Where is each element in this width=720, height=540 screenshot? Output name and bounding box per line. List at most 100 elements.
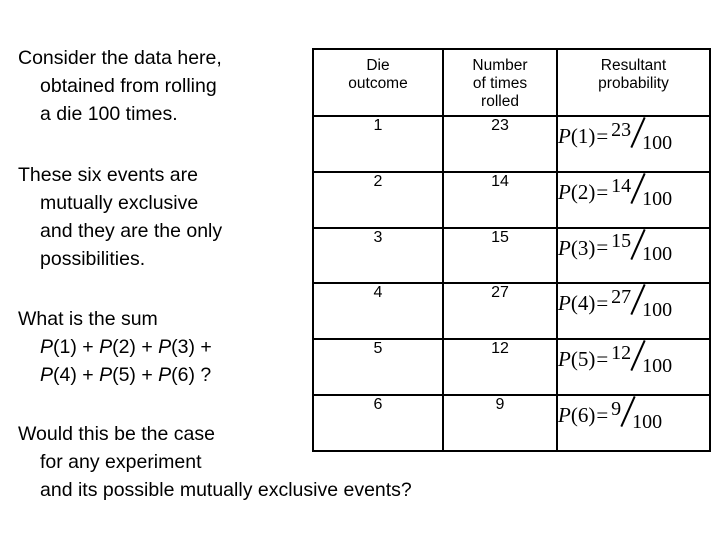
- probability-formula: P(4)= 27 100: [558, 284, 675, 320]
- sum-line-3-text-c: (6) ?: [171, 364, 212, 386]
- cell-die-outcome: 4: [312, 282, 444, 341]
- fraction-numerator: 23: [611, 118, 632, 141]
- p-argument: (5): [570, 347, 596, 372]
- probability-formula: P(1)= 23 100: [558, 117, 675, 153]
- fraction-denominator: 100: [642, 355, 673, 378]
- sum-question-paragraph: What is the sum P(1) + P(2) + P(3) + P(4…: [18, 305, 308, 389]
- sum-line-3-text-a: (4) +: [53, 364, 100, 386]
- case-line-3: and its possible mutually exclusive even…: [40, 479, 412, 501]
- fraction-denominator: 100: [642, 131, 673, 154]
- events-line-1: These six events are: [18, 164, 198, 186]
- cell-probability: P(5)= 12 100: [556, 338, 711, 397]
- table-body: 1 23 P(1)= 23100 2 14 P(2)= 14100 3 15 P(3…: [312, 115, 711, 452]
- intro-line-1: Consider the data here,: [18, 47, 222, 69]
- sum-line-2-text-c: (3) +: [171, 336, 212, 358]
- probability-formula: P(2)= 14 100: [558, 173, 675, 209]
- p-symbol: P: [40, 364, 54, 386]
- table-header-row: Die outcome Number of times rolled Resul…: [312, 48, 711, 117]
- cell-probability: P(6)= 9 100: [556, 394, 711, 452]
- probability-formula: P(5)= 12 100: [558, 340, 675, 376]
- equals-sign: =: [596, 235, 609, 260]
- header-outcome-line-1: Die: [366, 57, 390, 74]
- p-argument: (4): [570, 291, 596, 316]
- sum-line-2: P(1) + P(2) + P(3) +: [18, 333, 308, 361]
- equals-sign: =: [596, 123, 609, 148]
- fraction-denominator: 100: [642, 299, 673, 322]
- column-header-die-outcome: Die outcome: [312, 48, 444, 117]
- equals-sign: =: [596, 179, 609, 204]
- cell-times-rolled: 9: [442, 394, 558, 452]
- fraction: 12 100: [611, 343, 675, 378]
- p-symbol: P: [99, 336, 113, 358]
- table-row: 3 15 P(3)= 15100: [312, 226, 711, 285]
- intro-paragraph: Consider the data here, obtained from ro…: [18, 44, 308, 128]
- fraction-denominator: 100: [642, 187, 673, 210]
- fraction: 27 100: [611, 287, 675, 322]
- cell-times-rolled: 14: [442, 170, 558, 229]
- p-symbol: P: [40, 336, 54, 358]
- sum-line-3: P(4) + P(5) + P(6) ?: [18, 361, 308, 389]
- p-symbol: P: [558, 402, 571, 427]
- header-count-line-3: rolled: [481, 93, 519, 110]
- cell-die-outcome: 5: [312, 338, 444, 397]
- die-roll-table: Die outcome Number of times rolled Resul…: [312, 48, 711, 452]
- sum-line-1: What is the sum: [18, 308, 158, 330]
- sum-line-3-text-b: (5) +: [112, 364, 159, 386]
- fraction: 9 100: [611, 399, 665, 433]
- p-symbol: P: [158, 364, 172, 386]
- cell-probability: P(1)= 23 100: [556, 115, 711, 173]
- fraction-numerator: 14: [611, 174, 632, 197]
- p-symbol: P: [558, 123, 571, 148]
- p-argument: (3): [570, 235, 596, 260]
- p-symbol: P: [158, 336, 172, 358]
- cell-die-outcome: 6: [312, 394, 444, 452]
- intro-line-3: a die 100 times.: [40, 103, 178, 125]
- cell-die-outcome: 2: [312, 170, 444, 229]
- fraction-denominator: 100: [632, 410, 663, 433]
- cell-times-rolled: 15: [442, 226, 558, 285]
- equals-sign: =: [596, 347, 609, 372]
- p-argument: (2): [570, 179, 596, 204]
- events-paragraph: These six events are mutually exclusive …: [18, 161, 308, 273]
- cell-die-outcome: 3: [312, 226, 444, 285]
- table-header: Die outcome Number of times rolled Resul…: [312, 48, 711, 117]
- p-symbol: P: [99, 364, 113, 386]
- probability-formula: P(6)= 9 100: [558, 396, 665, 432]
- table-row: 5 12 P(5)= 12100: [312, 338, 711, 397]
- fraction-numerator: 12: [611, 342, 632, 365]
- cell-probability: P(2)= 14 100: [556, 170, 711, 229]
- fraction-numerator: 9: [611, 397, 622, 420]
- case-line-2: for any experiment: [40, 451, 202, 473]
- fraction: 14 100: [611, 176, 675, 210]
- fraction-numerator: 27: [611, 286, 632, 309]
- p-symbol: P: [558, 347, 571, 372]
- table-row: 6 9 P(6)= 9100: [312, 394, 711, 452]
- events-line-3: and they are the only: [40, 220, 223, 242]
- fraction: 15 100: [611, 231, 675, 266]
- cell-times-rolled: 12: [442, 338, 558, 397]
- slide-canvas: Consider the data here, obtained from ro…: [0, 0, 720, 540]
- fraction: 23 100: [611, 120, 675, 154]
- cell-probability: P(3)= 15 100: [556, 226, 711, 285]
- p-argument: (6): [570, 402, 596, 427]
- events-line-4: possibilities.: [40, 248, 146, 270]
- header-prob-line-2: probability: [598, 75, 669, 92]
- fraction-numerator: 15: [611, 230, 632, 253]
- header-outcome-line-2: outcome: [348, 75, 408, 92]
- intro-line-2: obtained from rolling: [40, 75, 217, 97]
- table-row: 2 14 P(2)= 14100: [312, 170, 711, 229]
- cell-die-outcome: 1: [312, 115, 444, 173]
- sum-line-2-text-b: (2) +: [112, 336, 159, 358]
- p-symbol: P: [558, 235, 571, 260]
- cell-times-rolled: 23: [442, 115, 558, 173]
- table-row: 1 23 P(1)= 23100: [312, 115, 711, 173]
- column-header-resultant-probability: Resultant probability: [556, 48, 711, 117]
- events-line-2: mutually exclusive: [40, 192, 199, 214]
- probability-formula: P(3)= 15 100: [558, 229, 675, 265]
- equals-sign: =: [596, 402, 609, 427]
- fraction-denominator: 100: [642, 243, 673, 266]
- cell-times-rolled: 27: [442, 282, 558, 341]
- column-header-number-of-times-rolled: Number of times rolled: [442, 48, 558, 117]
- p-argument: (1): [570, 123, 596, 148]
- p-symbol: P: [558, 179, 571, 204]
